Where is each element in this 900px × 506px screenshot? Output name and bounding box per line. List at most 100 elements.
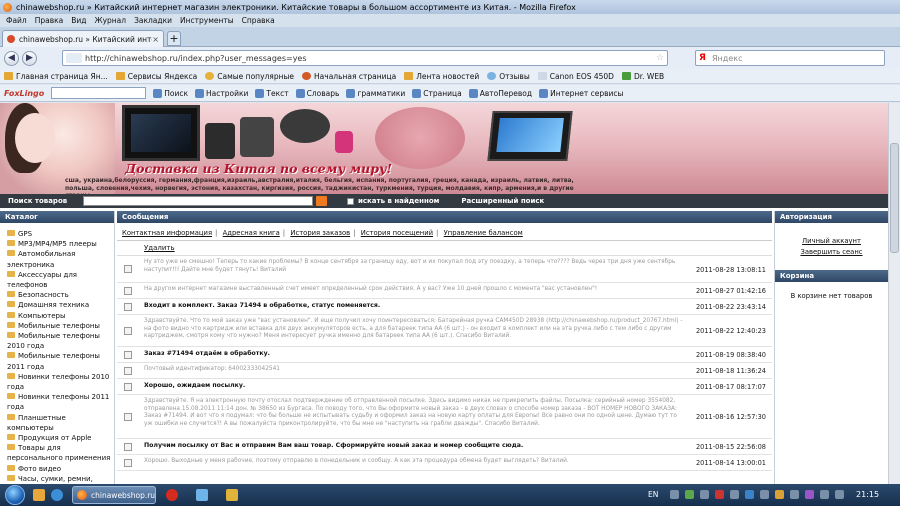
bookmark-item[interactable]: Отзывы [487,72,530,81]
new-tab-button[interactable]: + [167,31,181,46]
bookmark-item[interactable]: Сервисы Яндекса [115,72,197,81]
message-checkbox[interactable] [124,382,132,391]
page-scrollbar[interactable] [888,103,900,484]
tray-icon[interactable] [730,490,739,499]
tray-icon[interactable] [775,490,784,499]
tray-icon[interactable] [670,490,679,499]
foxlingo-settings[interactable]: Настройки [195,88,248,98]
explorer-icon[interactable] [33,489,45,501]
message-checkbox[interactable] [124,366,132,375]
message-checkbox[interactable] [124,458,132,467]
search-box[interactable]: Я Яндекс [695,50,885,66]
product-search-input[interactable] [83,196,313,206]
catalog-item[interactable]: Мобильные телефоны 2011 года [7,351,111,371]
delete-link[interactable]: Удалить [144,244,175,252]
forward-button[interactable]: ▶ [22,50,37,66]
catalog-item[interactable]: Новинки телефоны 2011 года [7,392,111,412]
menu-file[interactable]: Файл [3,16,30,25]
catalog-item[interactable]: MP3/MP4/MP5 плееры [7,239,111,249]
bookmark-star-icon[interactable]: ☆ [656,53,664,63]
catalog-item[interactable]: Товары для персонального применения [7,443,111,463]
menu-edit[interactable]: Правка [32,16,67,25]
tray-icon[interactable] [790,490,799,499]
foxlingo-page[interactable]: Страница [412,88,462,98]
banner-player-image [335,131,353,153]
tab-contact-info[interactable]: Контактная информация [122,229,212,237]
scrollbar-thumb[interactable] [890,143,899,253]
logout-link[interactable]: Завершить сеанс [775,248,888,256]
search-go-button[interactable] [316,196,327,206]
tab-chinawebshop[interactable]: chinawebshop.ru » Китайский интернет... … [2,30,164,47]
tab-address-book[interactable]: Адресная книга [223,229,280,237]
page-icon [537,72,547,80]
ie-icon[interactable] [51,489,63,501]
foxlingo-autotranslate[interactable]: АвтоПеревод [468,88,532,98]
advanced-search-link[interactable]: Расширенный поиск [461,197,544,205]
message-checkbox[interactable] [124,326,132,335]
message-checkbox[interactable] [124,286,132,295]
catalog-item[interactable]: Планшетные компьютеры [7,413,111,433]
bookmark-item[interactable]: Dr. WEB [621,72,664,81]
taskbar-firefox-button[interactable]: chinawebshop.ru » К... [72,486,156,504]
foxlingo-text[interactable]: Текст [255,88,289,98]
message-checkbox[interactable] [124,265,132,273]
cart-title: Корзина [775,270,888,282]
message-checkbox[interactable] [124,412,132,421]
url-bar[interactable]: http://chinawebshop.ru/index.php?user_me… [62,50,668,66]
site-identity-icon[interactable] [66,53,82,63]
opera-icon[interactable] [166,489,178,501]
search-in-found-checkbox[interactable] [347,197,354,205]
bookmark-item[interactable]: Главная страница Ян... [4,72,108,81]
foxlingo-dictionary[interactable]: Словарь [295,88,339,98]
tray-icon[interactable] [685,490,694,499]
tray-icon[interactable] [745,490,754,499]
foxlingo-input[interactable] [51,87,147,99]
menu-history[interactable]: Журнал [92,16,130,25]
tab-balance[interactable]: Управление балансом [444,229,523,237]
start-button[interactable] [5,485,25,505]
menu-bookmarks[interactable]: Закладки [131,16,175,25]
foxlingo-internet-services[interactable]: Интернет сервисы [539,88,623,98]
message-checkbox[interactable] [124,442,132,451]
catalog-item[interactable]: Аксессуары для телефонов [7,270,111,290]
menu-view[interactable]: Вид [68,16,89,25]
catalog-item[interactable]: Мобильные телефоны [7,321,111,331]
bookmark-item[interactable]: Canon EOS 450D [537,72,614,81]
catalog-item[interactable]: Компьютеры [7,311,111,321]
foxlingo-grammar[interactable]: грамматики [346,88,405,98]
tray-icon[interactable] [760,490,769,499]
menu-tools[interactable]: Инструменты [177,16,237,25]
catalog-item[interactable]: Автомобильная электроника [7,249,111,269]
bookmark-item[interactable]: Начальная страница [302,72,396,81]
volume-icon[interactable] [820,490,829,499]
tab-visit-history[interactable]: История посещений [361,229,433,237]
yandex-icon[interactable]: Я [699,53,706,63]
back-button[interactable]: ◀ [4,50,19,66]
network-icon[interactable] [835,490,844,499]
catalog-item[interactable]: Новинки телефоны 2010 года [7,372,111,392]
catalog-item[interactable]: Часы, сумки, ремни, кошельки, веера [7,474,111,484]
media-icon[interactable] [226,489,238,501]
catalog-item[interactable]: Домашняя техника [7,300,111,310]
bookmark-item[interactable]: Лента новостей [404,72,479,81]
catalog-item[interactable]: GPS [7,229,111,239]
language-indicator[interactable]: EN [648,490,658,499]
foxlingo-search[interactable]: Поиск [153,88,188,98]
tray-icon[interactable] [700,490,709,499]
catalog-item[interactable]: Мобильные телефоны 2010 года [7,331,111,351]
catalog-item[interactable]: Продукция от Apple [7,433,111,443]
tray-icon[interactable] [805,490,814,499]
tab-order-history[interactable]: История заказов [290,229,350,237]
account-link[interactable]: Личный аккаунт [775,237,888,245]
menu-help[interactable]: Справка [239,16,278,25]
catalog-item[interactable]: Фото видео [7,464,111,474]
bookmark-item[interactable]: Самые популярные [205,72,294,81]
skype-icon[interactable] [196,489,208,501]
message-checkbox[interactable] [124,302,132,311]
tray-icon[interactable] [715,490,724,499]
foxlingo-logo[interactable]: FoxLingo [4,89,44,98]
catalog-item[interactable]: Безопасность [7,290,111,300]
message-checkbox[interactable] [124,350,132,359]
clock[interactable]: 21:15 [856,490,879,499]
tab-close-icon[interactable]: × [152,35,159,44]
